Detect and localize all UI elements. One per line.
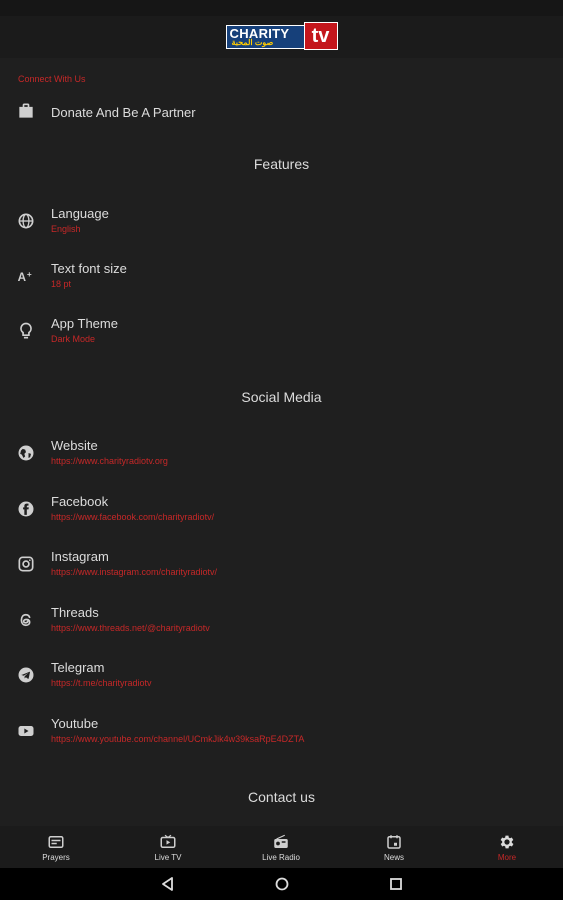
app-theme-value: Dark Mode	[51, 334, 96, 344]
threads-item[interactable]: Threads https://www.threads.net/@charity…	[0, 599, 563, 645]
svg-text:+: +	[27, 269, 32, 279]
instagram-label: Instagram	[51, 549, 109, 564]
charity-tv-logo: CHARITY صوت المحبة tv	[225, 22, 338, 52]
bottom-navigation: Prayers Live TV Live Radio News More	[0, 826, 563, 868]
live-tv-icon	[160, 834, 176, 848]
donate-item[interactable]: Donate And Be A Partner	[0, 90, 563, 136]
nav-item-live-radio[interactable]: Live Radio	[225, 826, 337, 868]
logo-arabic-text: صوت المحبة	[231, 38, 274, 47]
font-size-item[interactable]: A + Text font size 18 pt	[0, 255, 563, 301]
recents-icon[interactable]	[388, 876, 404, 892]
threads-label: Threads	[51, 605, 99, 620]
back-icon[interactable]	[160, 876, 176, 892]
status-bar	[0, 0, 563, 16]
nav-label-news: News	[383, 853, 404, 862]
youtube-item[interactable]: Youtube https://www.youtube.com/channel/…	[0, 710, 563, 756]
lightbulb-icon	[20, 322, 32, 339]
social-media-title: Social Media	[241, 389, 322, 405]
font-size-label: Text font size	[51, 261, 127, 276]
telegram-icon	[18, 667, 34, 683]
facebook-label: Facebook	[51, 494, 109, 509]
text-size-icon: A +	[18, 269, 32, 284]
nav-label-live-tv: Live TV	[154, 853, 182, 862]
world-icon	[18, 445, 34, 461]
briefcase-icon	[19, 103, 33, 118]
system-navigation-bar	[0, 868, 563, 900]
features-title: Features	[253, 156, 310, 172]
app-theme-item[interactable]: App Theme Dark Mode	[0, 310, 563, 356]
news-icon	[387, 835, 401, 849]
app-theme-label: App Theme	[51, 316, 118, 331]
instagram-item[interactable]: Instagram https://www.instagram.com/char…	[0, 543, 563, 589]
facebook-url[interactable]: https://www.facebook.com/charityradiotv/	[51, 512, 214, 522]
instagram-url[interactable]: https://www.instagram.com/charityradiotv…	[51, 567, 217, 577]
settings-list[interactable]: Connect With Us Donate And Be A Partner …	[0, 58, 563, 826]
telegram-item[interactable]: Telegram https://t.me/charityradiotv	[0, 654, 563, 700]
prayers-icon	[48, 836, 64, 848]
facebook-icon	[18, 501, 34, 517]
nav-item-news[interactable]: News	[338, 826, 450, 868]
connect-header: Connect With Us	[18, 74, 86, 84]
telegram-url[interactable]: https://t.me/charityradiotv	[51, 678, 152, 688]
facebook-item[interactable]: Facebook https://www.facebook.com/charit…	[0, 488, 563, 534]
home-icon[interactable]	[274, 876, 290, 892]
contact-us-title: Contact us	[248, 789, 315, 805]
donate-label: Donate And Be A Partner	[51, 105, 196, 120]
youtube-label: Youtube	[51, 716, 99, 731]
language-label: Language	[51, 206, 109, 221]
gear-icon	[500, 835, 514, 849]
nav-label-prayers: Prayers	[42, 853, 70, 862]
logo-tv-text: tv	[303, 22, 338, 50]
nav-label-more: More	[497, 853, 517, 862]
threads-url[interactable]: https://www.threads.net/@charityradiotv	[51, 623, 210, 633]
globe-icon	[18, 213, 34, 229]
app-bar: CHARITY صوت المحبة tv	[0, 16, 563, 58]
nav-item-prayers[interactable]: Prayers	[0, 826, 112, 868]
website-url[interactable]: https://www.charityradiotv.org	[51, 456, 168, 466]
language-value: English	[51, 224, 81, 234]
youtube-url[interactable]: https://www.youtube.com/channel/UCmkJik4…	[51, 734, 304, 744]
youtube-icon	[18, 726, 34, 736]
nav-item-more[interactable]: More	[451, 826, 563, 868]
language-item[interactable]: Language English	[0, 200, 563, 246]
website-label: Website	[51, 438, 98, 453]
telegram-label: Telegram	[51, 660, 105, 675]
instagram-icon	[18, 556, 34, 572]
svg-text:A: A	[18, 271, 27, 284]
threads-icon	[20, 613, 31, 627]
nav-label-live-radio: Live Radio	[262, 853, 300, 862]
website-item[interactable]: Website https://www.charityradiotv.org	[0, 432, 563, 478]
font-size-value: 18 pt	[51, 279, 72, 289]
nav-item-live-tv[interactable]: Live TV	[112, 826, 224, 868]
radio-icon	[274, 834, 288, 848]
